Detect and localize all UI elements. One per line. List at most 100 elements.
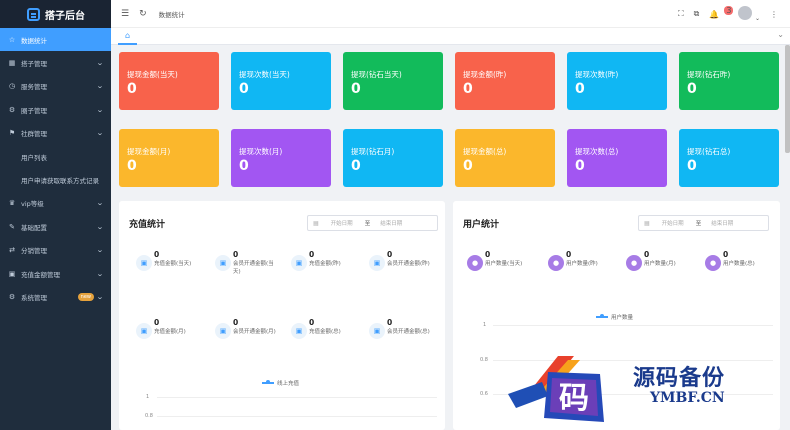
recharge-stat: ▣ 0 充值金额(当天) <box>136 250 216 284</box>
sidebar-item-label: 圈子管理 <box>21 106 47 115</box>
more-icon[interactable]: ⋮ <box>770 10 778 19</box>
chevron-down-icon: ⌄ <box>96 59 104 68</box>
date-range-picker[interactable]: ▦ 开始日期 至 结束日期 <box>638 215 769 231</box>
legend-label: 用户数量 <box>611 315 634 321</box>
vip-icon: ♛ <box>8 199 16 208</box>
monitor-icon: ▣ <box>215 255 231 271</box>
stat-card: 提现(钻石月) 0 <box>343 129 443 187</box>
stat-card: 提现次数(总) 0 <box>567 129 667 187</box>
chevron-down-icon: ⌄ <box>96 82 104 91</box>
sidebar-item[interactable]: ▦ 搭子管理 ⌄ <box>0 51 111 74</box>
recharge-stat: ▣ 0 会员开通金额(总) <box>369 318 449 352</box>
sidebar-item-label: 社群管理 <box>21 130 47 139</box>
sidebar-item[interactable]: ⇄ 分销管理 ⌄ <box>0 239 111 262</box>
stat-card-value: 0 <box>127 158 137 174</box>
stat-value: 0 <box>154 250 160 259</box>
fullscreen-icon[interactable]: ⛶ <box>678 9 684 19</box>
date-range-picker[interactable]: ▦ 开始日期 至 结束日期 <box>307 215 438 231</box>
share-icon: ⇄ <box>9 246 15 255</box>
sidebar-item-label: 用户列表 <box>21 153 47 162</box>
chart-legend[interactable]: 线上充值 <box>262 379 299 387</box>
watermark-cn: 源码备份 <box>633 365 726 391</box>
stat-card: 提现金额(总) 0 <box>455 129 555 187</box>
date-from: 开始日期 <box>661 221 684 227</box>
watermark-mark-text: 码 <box>559 381 589 416</box>
chart-legend[interactable]: 用户数量 <box>596 313 633 321</box>
stat-card: 提现次数(昨) 0 <box>567 52 667 110</box>
stat-card-label: 提现(钻石月) <box>351 147 395 156</box>
watermark: 码 源码备份 YMBF.CN <box>508 348 790 430</box>
stat-value: 0 <box>485 250 491 259</box>
y-tick-label: 1 <box>483 322 487 328</box>
translate-icon[interactable]: ⧉ <box>694 9 700 19</box>
user-stat: ● 0 用户数量(昨) <box>548 250 628 284</box>
bell-icon[interactable]: 🔔 3 <box>709 5 734 19</box>
brand[interactable]: 搭子后台 <box>0 0 111 28</box>
user-stat: ● 0 用户数量(当天) <box>467 250 547 284</box>
sidebar-item[interactable]: ◷ 服务管理 ⌄ <box>0 75 111 98</box>
stat-card: 提现金额(月) 0 <box>119 129 219 187</box>
date-separator: 至 <box>695 221 702 227</box>
settings-icon: ⚙ <box>8 292 16 301</box>
sidebar-item-label: 数据统计 <box>21 36 47 45</box>
sidebar-item[interactable]: ⚙ 圈子管理 ⌄ <box>0 98 111 121</box>
user-menu[interactable]: ⌄ <box>738 6 760 22</box>
sidebar-item[interactable]: ▣ 充值金额管理 ⌄ <box>0 262 111 285</box>
calendar-icon: ▦ <box>313 219 319 227</box>
wrench-icon: ✎ <box>9 222 15 231</box>
sidebar-item-label: 用户申请获取联系方式记录 <box>21 177 99 186</box>
stat-card-value: 0 <box>687 81 697 97</box>
stat-label: 充值金额(当天) <box>154 261 192 267</box>
chevron-down-icon[interactable]: ⌄ <box>777 30 784 39</box>
chevron-down-icon: ⌄ <box>96 129 104 138</box>
stat-card: 提现金额(昨) 0 <box>455 52 555 110</box>
watermark-logo: 码 <box>508 356 604 422</box>
stat-card-label: 提现次数(当天) <box>239 70 290 79</box>
stat-card-label: 提现金额(当天) <box>127 70 178 79</box>
user-stat: ● 0 用户数量(月) <box>626 250 706 284</box>
user-stat: ● 0 用户数量(总) <box>705 250 785 284</box>
wallet-icon: ▣ <box>8 269 16 278</box>
y-tick-label: 0.8 <box>480 357 488 363</box>
brand-name: 搭子后台 <box>45 10 85 22</box>
sidebar-item[interactable]: ☆ 数据统计 <box>0 28 111 52</box>
stat-card-label: 提现金额(总) <box>463 147 507 156</box>
gear-icon: ⚙ <box>8 105 16 114</box>
recharge-stat: ▣ 0 充值金额(总) <box>291 318 371 352</box>
stat-card: 提现(钻石当天) 0 <box>343 52 443 110</box>
stat-card-value: 0 <box>687 158 697 174</box>
sidebar-item[interactable]: ⚙ 系统管理 new ⌄ <box>0 285 111 308</box>
star-icon: ☆ <box>8 35 16 44</box>
calendar-icon: ▦ <box>644 219 650 227</box>
menu-toggle-icon[interactable]: ☰ <box>121 9 129 19</box>
sidebar-item[interactable]: 用户申请获取联系方式记录 <box>0 168 111 191</box>
stat-label: 充值金额(昨) <box>309 261 341 267</box>
stat-card-label: 提现次数(总) <box>575 147 619 156</box>
panel-title: 用户统计 <box>463 220 500 230</box>
watermark-en: YMBF.CN <box>650 390 725 406</box>
sidebar-item[interactable]: ♛ vip等级 ⌄ <box>0 192 111 215</box>
tab-home[interactable]: ⌂ <box>118 28 137 45</box>
stat-card-value: 0 <box>351 81 361 97</box>
stat-value: 0 <box>644 250 650 259</box>
notification-badge: 3 <box>724 5 734 15</box>
sidebar-item[interactable]: ✎ 基础配置 ⌄ <box>0 215 111 238</box>
stat-value: 0 <box>566 250 572 259</box>
chevron-down-icon: ⌄ <box>96 269 104 278</box>
refresh-icon[interactable]: ↻ <box>139 9 147 19</box>
sidebar-item-label: 搭子管理 <box>21 60 47 69</box>
sidebar-item[interactable]: 用户列表 <box>0 145 111 168</box>
stat-value: 0 <box>387 318 393 327</box>
stat-card-value: 0 <box>463 158 473 174</box>
scrollbar[interactable] <box>785 45 790 153</box>
stat-card-value: 0 <box>575 158 585 174</box>
date-to: 结束日期 <box>380 221 403 227</box>
home-icon: ⌂ <box>124 31 131 40</box>
sidebar-item[interactable]: ⚑ 社群管理 ⌄ <box>0 122 111 145</box>
new-badge: new <box>77 292 94 301</box>
legend-label: 线上充值 <box>277 381 300 387</box>
panel-title: 充值统计 <box>129 220 166 230</box>
stat-label: 会员开通金额(月) <box>233 329 276 335</box>
stat-value: 0 <box>309 318 315 327</box>
stat-value: 0 <box>723 250 729 259</box>
